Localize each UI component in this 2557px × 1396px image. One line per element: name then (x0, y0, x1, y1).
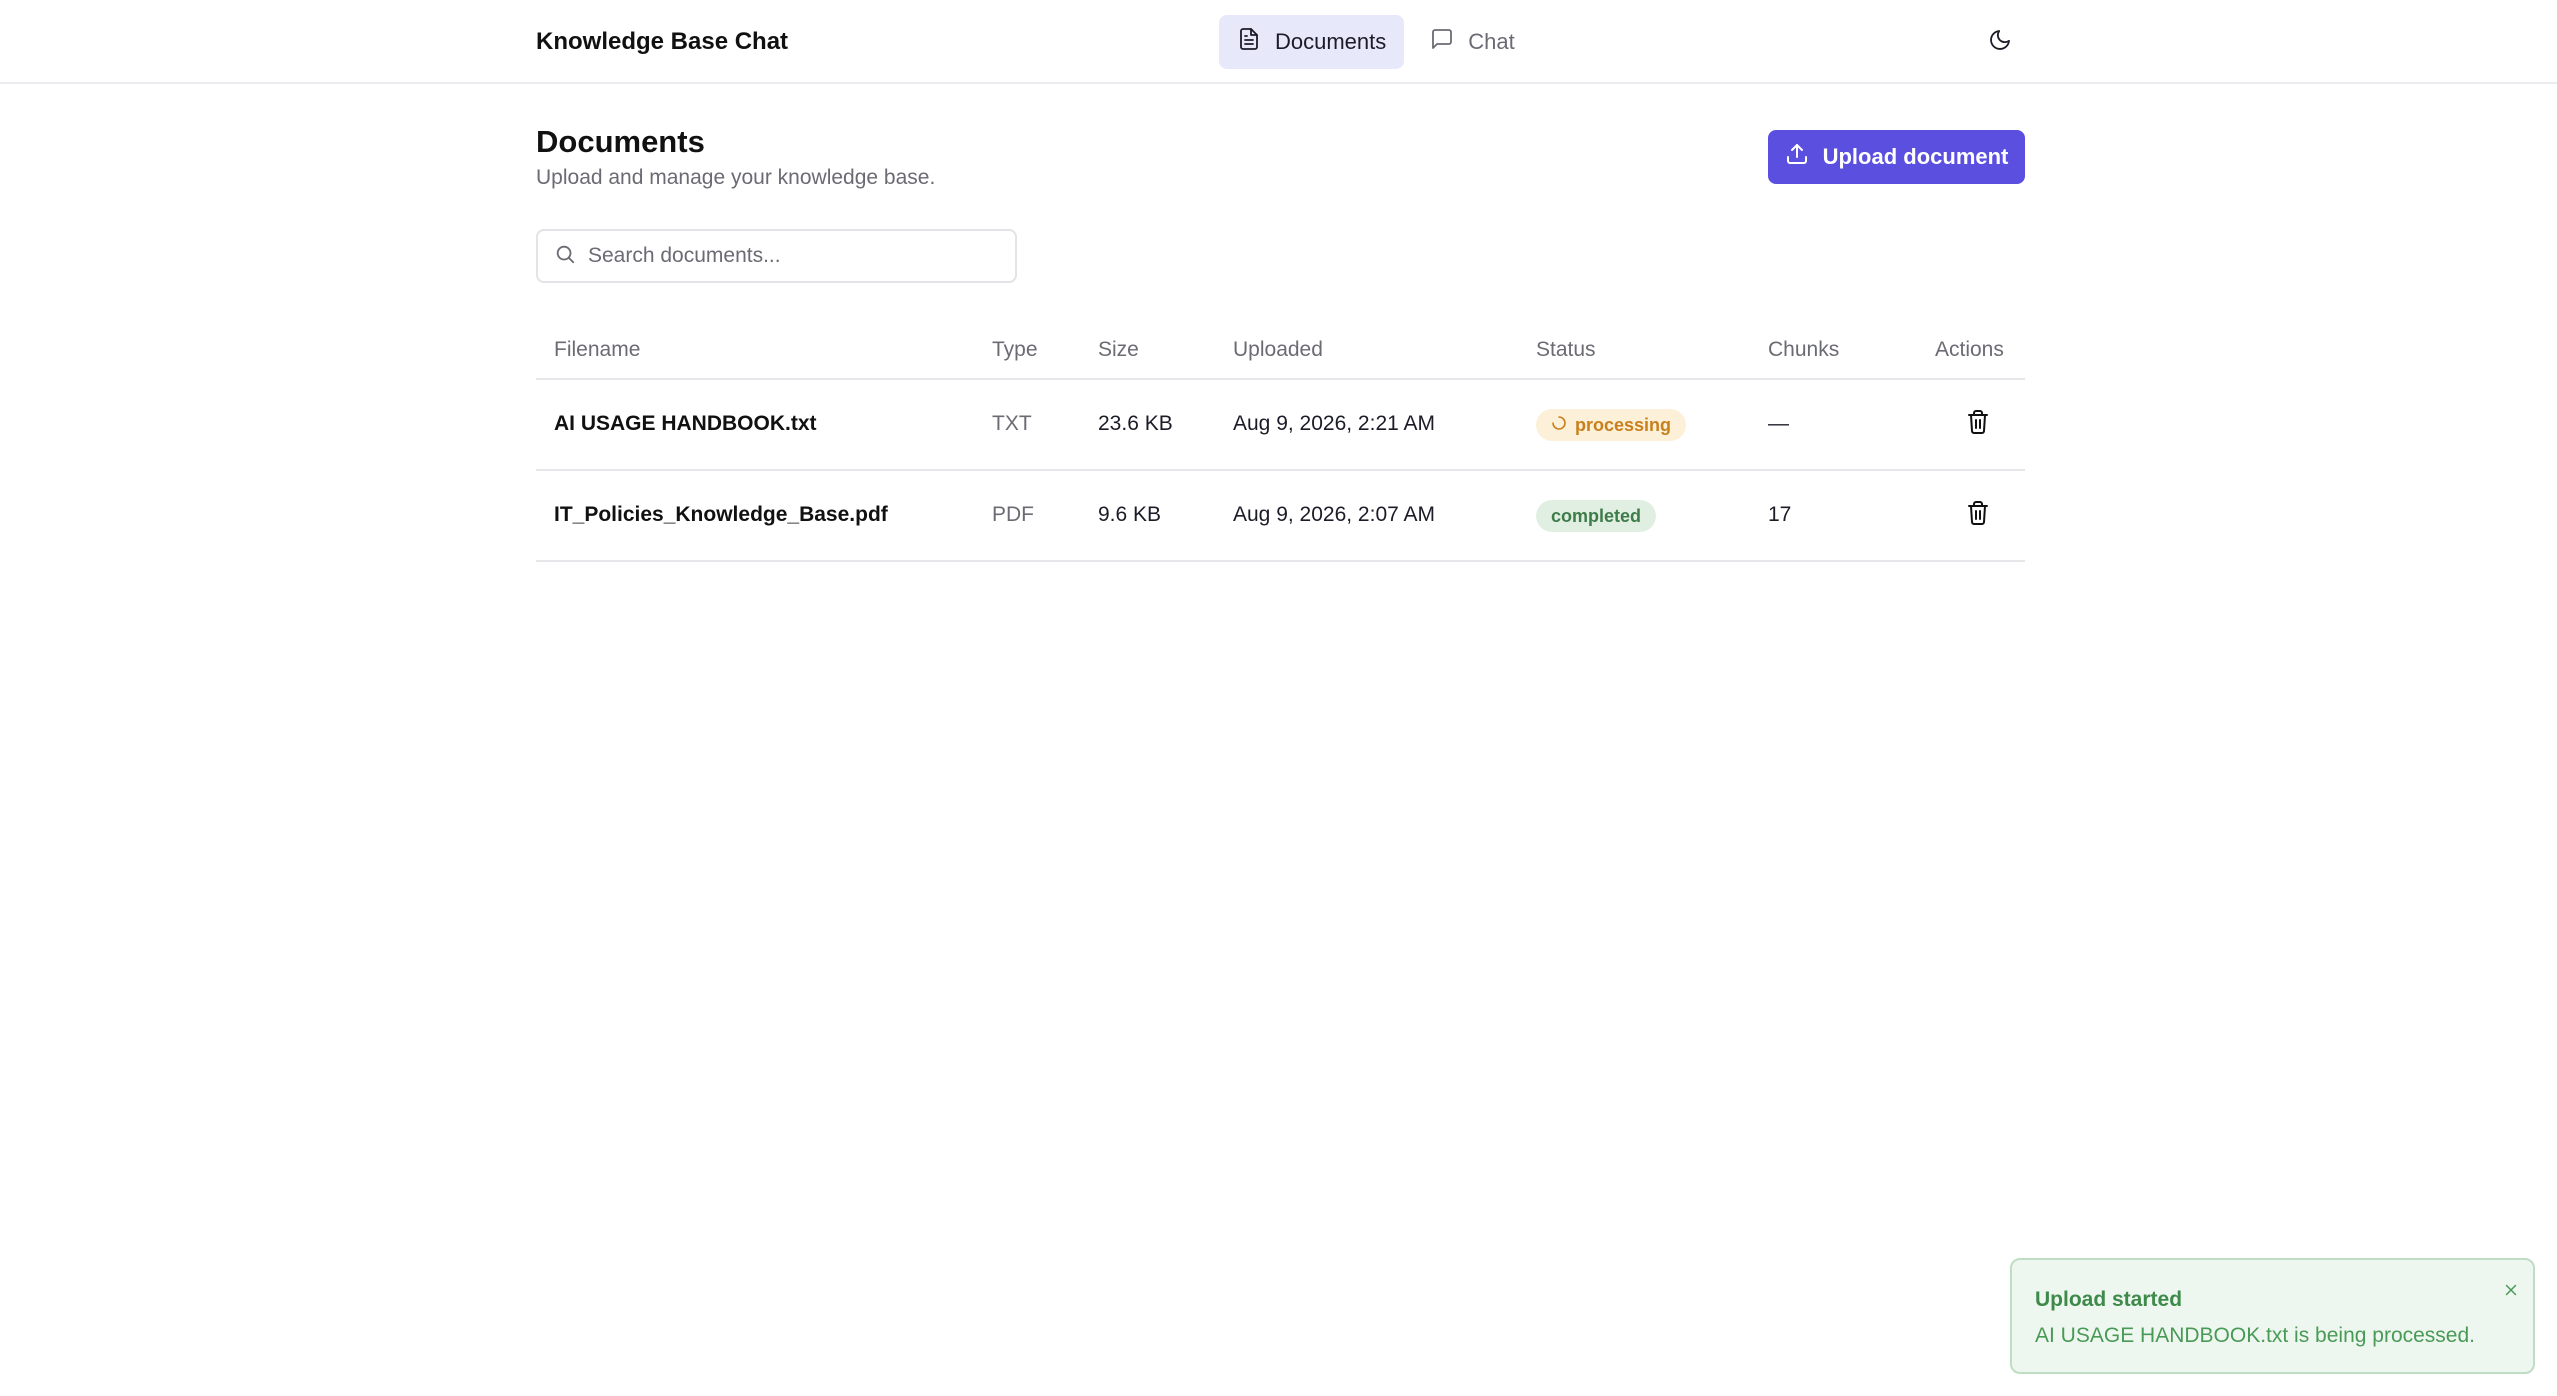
moon-icon (1988, 28, 2012, 57)
type-cell: TXT (992, 412, 1032, 435)
column-header-filename[interactable]: Filename (554, 338, 640, 362)
delete-button[interactable] (1964, 410, 1992, 440)
status-badge-label: processing (1575, 414, 1672, 435)
column-header-actions: Actions (1935, 338, 2004, 361)
close-icon (2502, 1281, 2520, 1304)
chunks-cell: 17 (1768, 503, 1792, 526)
tab-documents[interactable]: Documents (1219, 15, 1405, 69)
column-header-type[interactable]: Type (992, 338, 1038, 362)
filename-cell: IT_Policies_Knowledge_Base.pdf (554, 503, 888, 526)
tab-documents-label: Documents (1275, 29, 1387, 54)
theme-toggle-button[interactable] (1982, 24, 2018, 60)
chunks-cell: — (1768, 412, 1789, 435)
type-cell: PDF (992, 503, 1034, 526)
table-row[interactable]: AI USAGE HANDBOOK.txt TXT 23.6 KB Aug 9,… (536, 380, 2025, 471)
uploaded-cell: Aug 9, 2026, 2:21 AM (1233, 412, 1435, 435)
filename-cell: AI USAGE HANDBOOK.txt (554, 412, 817, 435)
uploaded-cell: Aug 9, 2026, 2:07 AM (1233, 503, 1435, 526)
spinner-icon (1551, 415, 1567, 436)
document-icon (1237, 27, 1261, 57)
toast-close-button[interactable] (2499, 1280, 2523, 1304)
page-subtitle: Upload and manage your knowledge base. (536, 166, 936, 189)
toast-message: AI USAGE HANDBOOK.txt is being processed… (2035, 1324, 2475, 1347)
tab-chat[interactable]: Chat (1412, 15, 1532, 69)
table-row[interactable]: IT_Policies_Knowledge_Base.pdf PDF 9.6 K… (536, 471, 2025, 562)
search-box (536, 229, 1017, 283)
size-cell: 23.6 KB (1098, 412, 1173, 435)
size-cell: 9.6 KB (1098, 503, 1162, 526)
upload-document-button[interactable]: Upload document (1768, 130, 2025, 184)
search-input[interactable] (588, 244, 1015, 268)
tab-chat-label: Chat (1468, 29, 1515, 54)
column-header-chunks[interactable]: Chunks (1768, 338, 1839, 362)
toast-title: Upload started (2035, 1288, 2183, 1311)
column-header-size[interactable]: Size (1098, 338, 1139, 362)
status-badge: processing (1536, 409, 1687, 441)
page-title: Documents (536, 124, 705, 159)
main-nav: Documents Chat (1219, 15, 1533, 69)
delete-button[interactable] (1964, 501, 1992, 531)
upload-icon (1785, 142, 1809, 172)
documents-table: Filename Type Size Uploaded Status Chunk… (536, 320, 2025, 562)
top-navigation-bar: Knowledge Base Chat Documents Chat (0, 0, 2557, 84)
table-header: Filename Type Size Uploaded Status Chunk… (536, 320, 2025, 380)
column-header-status[interactable]: Status (1536, 338, 1596, 362)
search-icon (554, 243, 576, 270)
upload-document-label: Upload document (1822, 144, 2009, 169)
chat-bubble-icon (1430, 27, 1454, 57)
trash-icon (1966, 500, 1990, 532)
column-header-uploaded[interactable]: Uploaded (1233, 338, 1323, 362)
status-badge: completed (1536, 500, 1657, 532)
upload-toast: Upload started AI USAGE HANDBOOK.txt is … (2010, 1258, 2535, 1374)
trash-icon (1966, 409, 1990, 441)
app-title: Knowledge Base Chat (536, 28, 789, 55)
status-badge-label: completed (1551, 505, 1642, 526)
